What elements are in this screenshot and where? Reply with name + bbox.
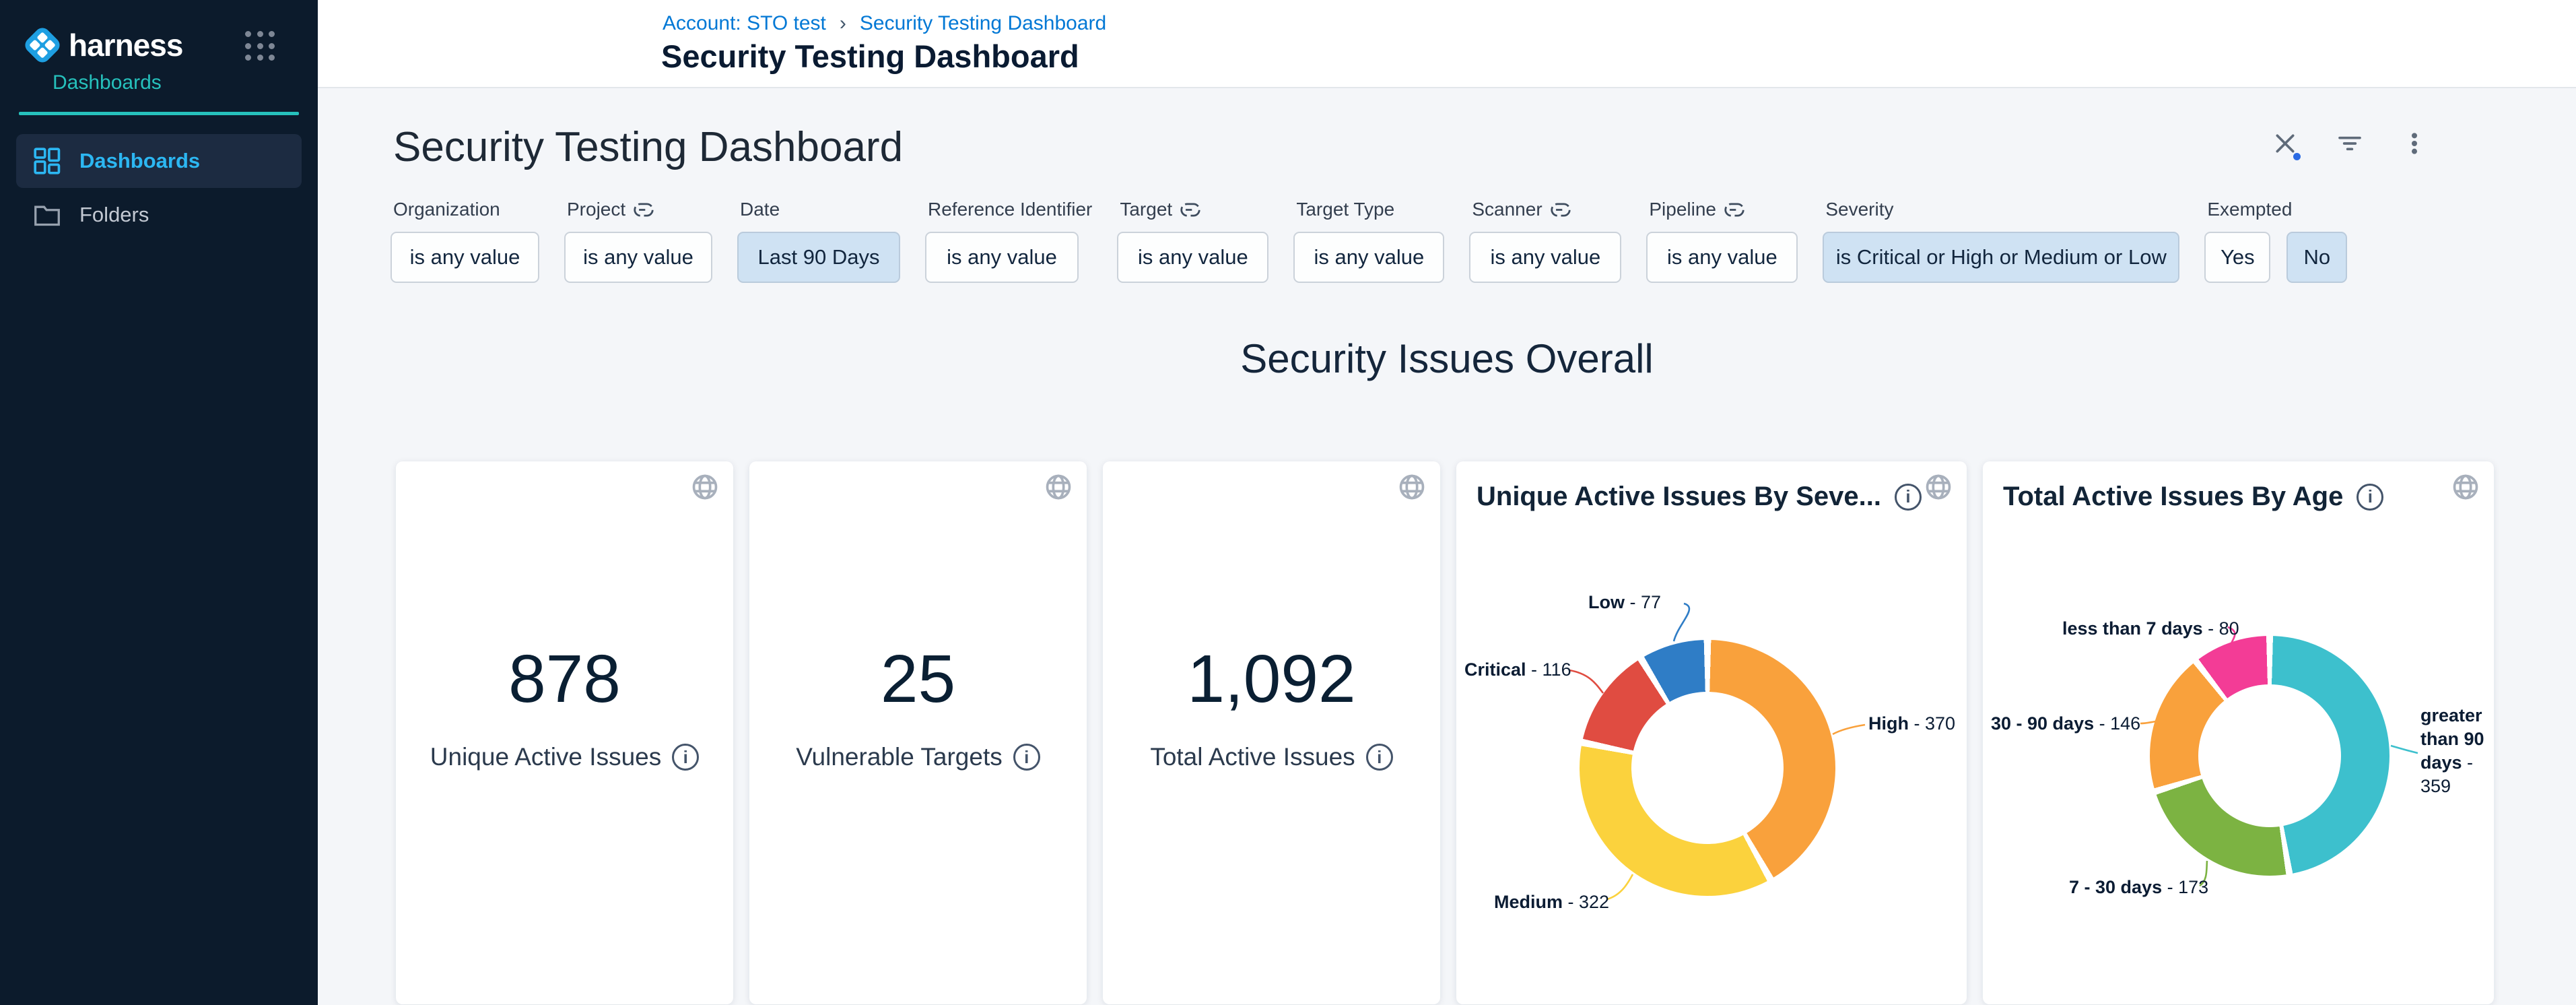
filter-label: Organization <box>393 198 539 221</box>
globe-icon[interactable] <box>1924 472 1953 502</box>
filter-label: Severity <box>1825 198 2179 221</box>
product-name: Dashboards <box>53 71 318 94</box>
cards-row: 878 Unique Active Issues i 25 Vulnerable… <box>396 461 2576 1004</box>
kpi-value: 25 <box>881 642 955 716</box>
kpi-label: Unique Active Issues i <box>430 743 699 771</box>
brand-name: harness <box>69 27 182 63</box>
link-icon <box>634 203 654 217</box>
filter-value-target-type[interactable]: is any value <box>1293 232 1444 283</box>
main-content: Security Testing Dashboard Organization i… <box>318 88 2576 1005</box>
app-switcher-icon[interactable] <box>245 31 276 62</box>
kebab-menu-icon[interactable] <box>2401 130 2428 157</box>
filter-value-target[interactable]: is any value <box>1117 232 1268 283</box>
filter-organization: Organization is any value <box>391 198 539 283</box>
kpi-value: 1,092 <box>1187 642 1355 716</box>
globe-icon[interactable] <box>690 472 720 502</box>
filter-value-pipeline[interactable]: is any value <box>1646 232 1798 283</box>
cursor-dot <box>2293 153 2301 160</box>
header: Account: STO test › Security Testing Das… <box>318 0 2576 88</box>
section-title: Security Issues Overall <box>318 335 2576 382</box>
sidebar: harness Dashboards Dashboards Folders <box>0 0 318 1005</box>
sidebar-item-label: Folders <box>79 203 149 227</box>
filter-label: Target Type <box>1296 198 1444 221</box>
link-icon <box>1180 203 1200 217</box>
donut-label-greater-than-90-days: greater than 90 days - 359 <box>2420 704 2500 798</box>
dashboards-icon <box>34 148 61 174</box>
age-donut-chart[interactable] <box>2150 636 2389 876</box>
filter-label: Scanner <box>1472 198 1621 221</box>
kpi-card-total-active-issues: 1,092 Total Active Issues i <box>1103 461 1440 1004</box>
donut-label-7-30-days: 7 - 30 days - 173 <box>2069 876 2208 899</box>
info-icon[interactable]: i <box>1895 484 1922 511</box>
chart-card-issues-by-age: Total Active Issues By Age i less than 7… <box>1983 461 2494 1004</box>
sidebar-item-dashboards[interactable]: Dashboards <box>16 134 302 188</box>
filter-value-scanner[interactable]: is any value <box>1469 232 1621 283</box>
filter-value-organization[interactable]: is any value <box>391 232 539 283</box>
donut-label-critical: Critical - 116 <box>1464 658 1571 682</box>
donut-label-high: High - 370 <box>1868 712 1955 736</box>
filter-value-date[interactable]: Last 90 Days <box>737 232 900 283</box>
globe-icon[interactable] <box>1397 472 1427 502</box>
info-icon[interactable]: i <box>1366 744 1393 771</box>
filter-label: Target <box>1120 198 1268 221</box>
filter-target: Target is any value <box>1117 198 1268 283</box>
filter-option-yes[interactable]: Yes <box>2204 232 2270 283</box>
kpi-label: Vulnerable Targets i <box>796 743 1040 771</box>
chevron-right-icon: › <box>840 12 846 35</box>
breadcrumb-page-link[interactable]: Security Testing Dashboard <box>860 12 1106 35</box>
filter-exempted: Exempted Yes No <box>2204 198 2347 283</box>
brand-row: harness Dashboards <box>0 0 318 94</box>
harness-logo-icon <box>20 23 65 67</box>
filter-project: Project is any value <box>564 198 712 283</box>
filter-value-project[interactable]: is any value <box>564 232 712 283</box>
filter-label: Date <box>740 198 900 221</box>
severity-donut-chart[interactable] <box>1580 640 1835 896</box>
kpi-value: 878 <box>508 642 621 716</box>
filter-pipeline: Pipeline is any value <box>1646 198 1798 283</box>
info-icon[interactable]: i <box>1013 744 1040 771</box>
brand-divider <box>19 112 299 115</box>
filter-reference-identifier: Reference Identifier is any value <box>925 198 1092 283</box>
sidebar-item-folders[interactable]: Folders <box>16 188 302 242</box>
filter-severity: Severity is Critical or High or Medium or… <box>1823 198 2179 283</box>
donut-label-less-than-7-days: less than 7 days - 80 <box>2062 617 2239 641</box>
filter-icon[interactable] <box>2336 130 2363 157</box>
kpi-card-vulnerable-targets: 25 Vulnerable Targets i <box>749 461 1087 1004</box>
donut-label-30-90-days: 30 - 90 days - 146 <box>1991 712 2140 736</box>
filter-value-reference-identifier[interactable]: is any value <box>925 232 1079 283</box>
info-icon[interactable]: i <box>2357 484 2383 511</box>
breadcrumb: Account: STO test › Security Testing Das… <box>663 12 1106 35</box>
info-icon[interactable]: i <box>672 744 699 771</box>
folder-icon <box>34 201 61 228</box>
donut-label-low: Low - 77 <box>1588 591 1661 614</box>
globe-icon[interactable] <box>2451 472 2480 502</box>
filter-label: Pipeline <box>1649 198 1798 221</box>
filter-label: Exempted <box>2207 198 2347 221</box>
breadcrumb-account-link[interactable]: Account: STO test <box>663 12 826 35</box>
dashboard-title: Security Testing Dashboard <box>393 123 2576 171</box>
chart-title: Total Active Issues By Age <box>2003 482 2343 512</box>
filter-option-no[interactable]: No <box>2286 232 2347 283</box>
kpi-card-unique-active-issues: 878 Unique Active Issues i <box>396 461 733 1004</box>
page-title: Security Testing Dashboard <box>661 38 1079 75</box>
link-icon <box>1551 203 1571 217</box>
filters-row: Organization is any value Project is any va… <box>391 198 2576 283</box>
kpi-label: Total Active Issues i <box>1150 743 1392 771</box>
globe-icon[interactable] <box>1044 472 1073 502</box>
filter-label: Project <box>567 198 712 221</box>
chart-title: Unique Active Issues By Seve... <box>1477 482 1881 512</box>
donut-label-medium: Medium - 322 <box>1494 890 1609 914</box>
filter-value-severity[interactable]: is Critical or High or Medium or Low <box>1823 232 2179 283</box>
filter-scanner: Scanner is any value <box>1469 198 1621 283</box>
filter-target-type: Target Type is any value <box>1293 198 1444 283</box>
filter-label: Reference Identifier <box>928 198 1092 221</box>
filter-date: Date Last 90 Days <box>737 198 900 283</box>
sidebar-item-label: Dashboards <box>79 149 200 173</box>
chart-card-issues-by-severity: Unique Active Issues By Seve... i Low - … <box>1456 461 1967 1004</box>
link-icon <box>1724 203 1744 217</box>
